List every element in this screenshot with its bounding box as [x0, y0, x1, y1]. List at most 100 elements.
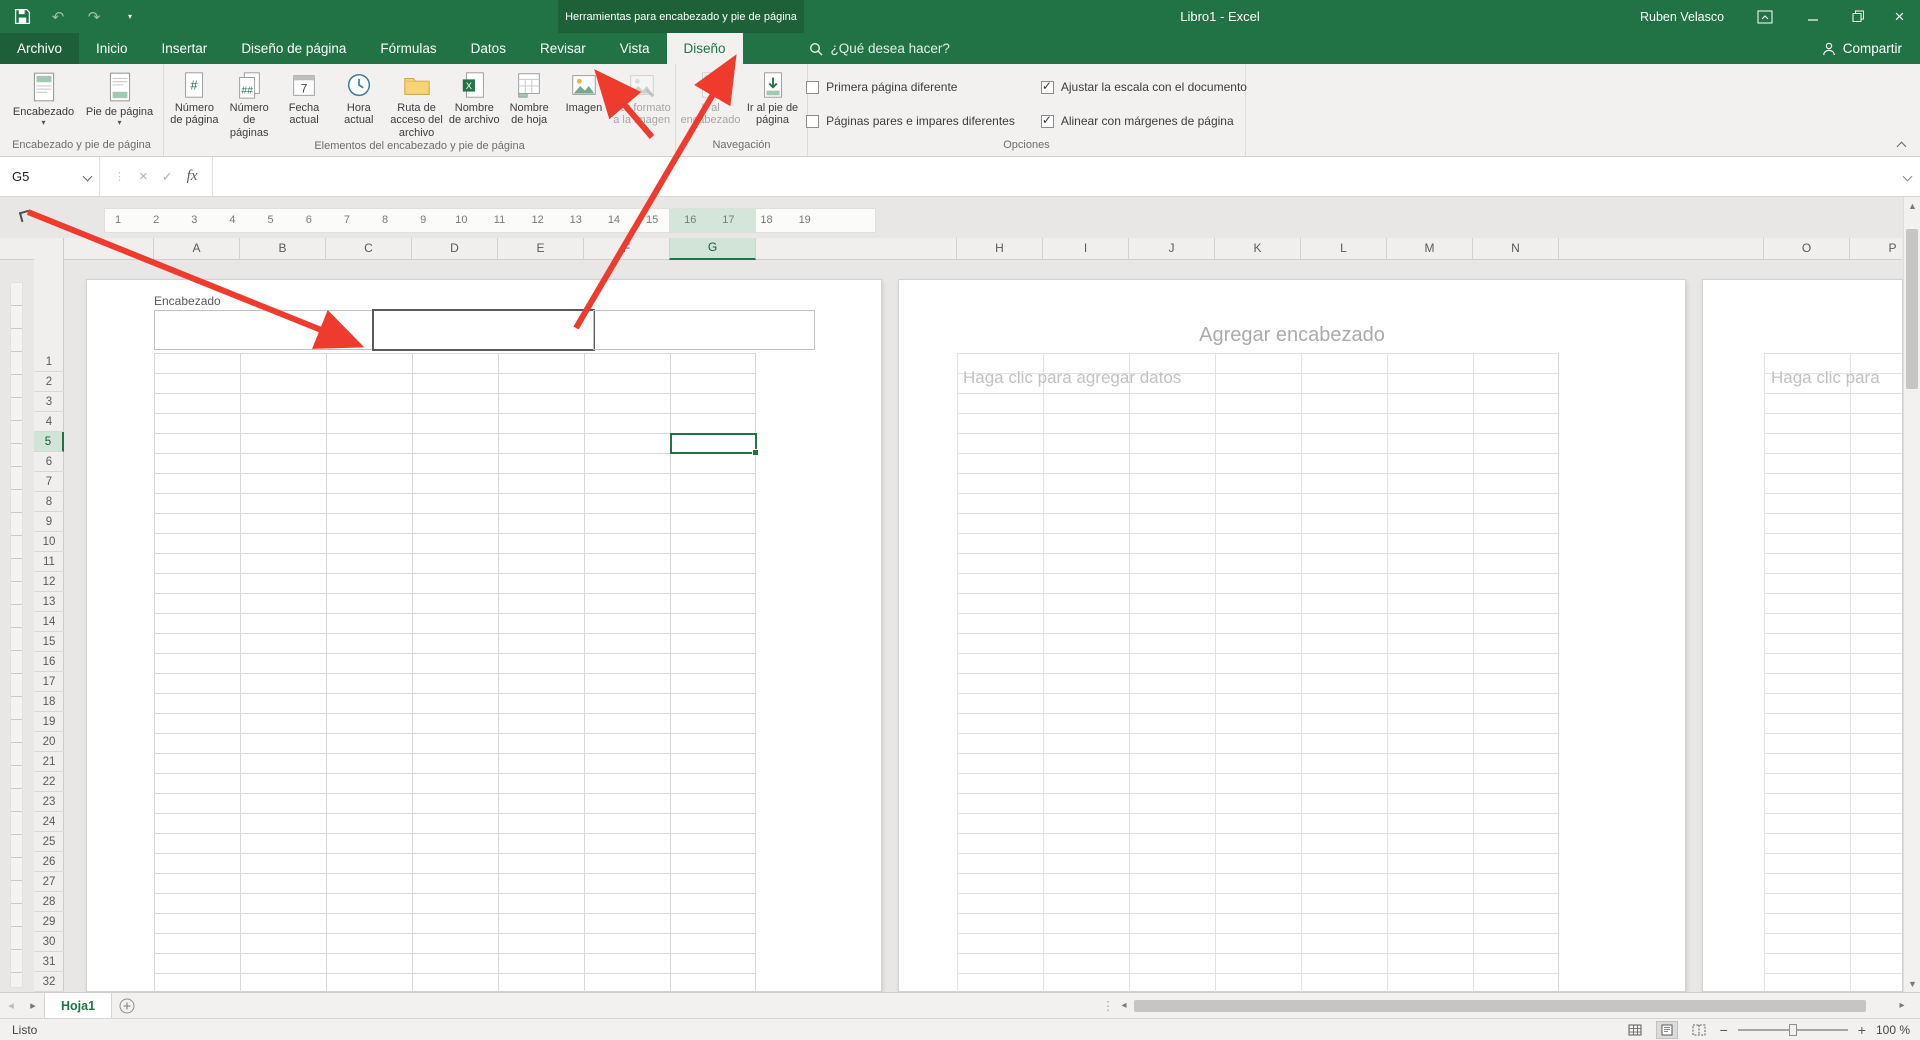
row-header-11[interactable]: 11: [34, 552, 64, 572]
header-section-right[interactable]: [593, 310, 815, 350]
row-header-29[interactable]: 29: [34, 912, 64, 932]
column-header-I[interactable]: I: [1042, 238, 1129, 260]
column-header-L[interactable]: L: [1300, 238, 1387, 260]
tell-me-search[interactable]: ¿Qué desea hacer?: [809, 33, 950, 64]
name-box[interactable]: G5: [0, 157, 100, 196]
row-header-14[interactable]: 14: [34, 612, 64, 632]
file-path-button[interactable]: Ruta de acceso del archivo: [386, 67, 447, 139]
header-section-center[interactable]: [372, 309, 595, 351]
row-header-23[interactable]: 23: [34, 792, 64, 812]
go-to-header-button[interactable]: Ir al encabezado: [680, 67, 742, 138]
row-header-16[interactable]: 16: [34, 652, 64, 672]
formula-input[interactable]: [213, 157, 1895, 196]
save-icon[interactable]: [12, 6, 32, 28]
add-header-placeholder[interactable]: Agregar encabezado: [899, 324, 1685, 347]
row-header-2[interactable]: 2: [34, 372, 64, 392]
row-header-32[interactable]: 32: [34, 972, 64, 992]
scroll-up-icon[interactable]: ▲: [1904, 197, 1920, 214]
page-2[interactable]: Agregar encabezado Haga clic para agrega…: [898, 279, 1686, 992]
column-header-F[interactable]: F: [583, 238, 670, 260]
column-header-N[interactable]: N: [1472, 238, 1559, 260]
close-button[interactable]: ×: [1877, 0, 1920, 33]
click-to-add-data-placeholder[interactable]: Haga clic para agregar datos: [963, 368, 1181, 388]
scroll-down-icon[interactable]: ▼: [1904, 975, 1920, 992]
new-sheet-button[interactable]: [112, 993, 142, 1018]
click-to-add-data-placeholder-2[interactable]: Haga clic para: [1771, 368, 1880, 388]
column-header-M[interactable]: M: [1386, 238, 1473, 260]
zoom-slider-knob[interactable]: [1788, 1024, 1797, 1036]
row-header-30[interactable]: 30: [34, 932, 64, 952]
header-button[interactable]: Encabezado ▾: [6, 67, 82, 138]
column-header-E[interactable]: E: [497, 238, 584, 260]
row-header-3[interactable]: 3: [34, 392, 64, 412]
normal-view-icon[interactable]: [1624, 1021, 1646, 1039]
active-cell-g5[interactable]: [670, 433, 759, 456]
share-button[interactable]: Compartir: [1822, 33, 1902, 64]
restore-button[interactable]: [1836, 0, 1881, 33]
vertical-scrollbar-thumb[interactable]: [1906, 229, 1918, 389]
row-header-10[interactable]: 10: [34, 532, 64, 552]
row-header-28[interactable]: 28: [34, 892, 64, 912]
user-name[interactable]: Ruben Velasco: [1640, 0, 1724, 33]
option-align-with-margins[interactable]: Alinear con márgenes de página: [1040, 106, 1247, 136]
row-header-19[interactable]: 19: [34, 712, 64, 732]
cancel-entry-icon[interactable]: ×: [139, 168, 148, 185]
tab-vista[interactable]: Vista: [603, 33, 667, 64]
page-1[interactable]: Encabezado: [86, 279, 882, 992]
margin-marker-icon[interactable]: [18, 209, 32, 223]
current-time-button[interactable]: Hora actual: [331, 67, 386, 139]
tab-inicio[interactable]: Inicio: [79, 33, 145, 64]
file-name-button[interactable]: X Nombre de archivo: [447, 67, 502, 139]
tab-datos[interactable]: Datos: [454, 33, 523, 64]
undo-icon[interactable]: ↶: [48, 6, 68, 28]
row-header-8[interactable]: 8: [34, 492, 64, 512]
row-header-25[interactable]: 25: [34, 832, 64, 852]
formula-bar-splitter[interactable]: ⋮: [114, 170, 125, 183]
tab-splitter[interactable]: ⋮: [1100, 993, 1116, 1018]
tab-revisar[interactable]: Revisar: [523, 33, 603, 64]
page-3[interactable]: Haga clic para: [1702, 279, 1903, 992]
tab-archivo[interactable]: Archivo: [0, 33, 80, 64]
zoom-slider[interactable]: [1737, 1023, 1848, 1037]
column-header-H[interactable]: H: [956, 238, 1043, 260]
cell-grid-page-2[interactable]: [957, 353, 1559, 992]
row-header-20[interactable]: 20: [34, 732, 64, 752]
row-header-22[interactable]: 22: [34, 772, 64, 792]
option-first-page-different[interactable]: Primera página diferente: [806, 72, 1015, 102]
row-header-4[interactable]: 4: [34, 412, 64, 432]
fill-handle[interactable]: [752, 449, 759, 456]
column-header-B[interactable]: B: [239, 238, 326, 260]
page-number-button[interactable]: # Número de página: [167, 67, 222, 139]
zoom-in-icon[interactable]: +: [1858, 1022, 1866, 1038]
column-header-C[interactable]: C: [325, 238, 412, 260]
column-header-O[interactable]: O: [1763, 238, 1850, 260]
picture-button[interactable]: Imagen: [557, 67, 612, 139]
page-layout-view-icon[interactable]: [1655, 1021, 1678, 1039]
name-box-dropdown-icon[interactable]: [82, 171, 93, 182]
scroll-right-icon[interactable]: ▸: [1894, 1000, 1910, 1011]
ribbon-display-options-icon[interactable]: [1742, 0, 1787, 33]
row-header-7[interactable]: 7: [34, 472, 64, 492]
column-header-J[interactable]: J: [1128, 238, 1215, 260]
option-scale-with-document[interactable]: Ajustar la escala con el documento: [1040, 72, 1247, 102]
row-header-21[interactable]: 21: [34, 752, 64, 772]
number-of-pages-button[interactable]: ## Número de páginas: [222, 67, 277, 139]
sheet-nav-right-icon[interactable]: ▸: [22, 993, 44, 1018]
row-header-18[interactable]: 18: [34, 692, 64, 712]
tab-insertar[interactable]: Insertar: [145, 33, 225, 64]
format-picture-button[interactable]: Dar formato a la imagen: [611, 67, 672, 139]
cell-grid-page-1[interactable]: [154, 353, 756, 992]
current-date-button[interactable]: 7 Fecha actual: [277, 67, 332, 139]
row-header-27[interactable]: 27: [34, 872, 64, 892]
redo-icon[interactable]: ↷: [84, 6, 104, 28]
column-header-G[interactable]: G: [669, 238, 756, 260]
row-header-13[interactable]: 13: [34, 592, 64, 612]
row-header-9[interactable]: 9: [34, 512, 64, 532]
cell-grid-page-3[interactable]: [1764, 353, 1902, 991]
row-header-6[interactable]: 6: [34, 452, 64, 472]
tab-diseno-active[interactable]: Diseño: [666, 33, 743, 64]
row-header-31[interactable]: 31: [34, 952, 64, 972]
row-header-15[interactable]: 15: [34, 632, 64, 652]
horizontal-scrollbar[interactable]: ◂ ▸: [1116, 996, 1910, 1015]
sheet-name-button[interactable]: Nombre de hoja: [502, 67, 557, 139]
